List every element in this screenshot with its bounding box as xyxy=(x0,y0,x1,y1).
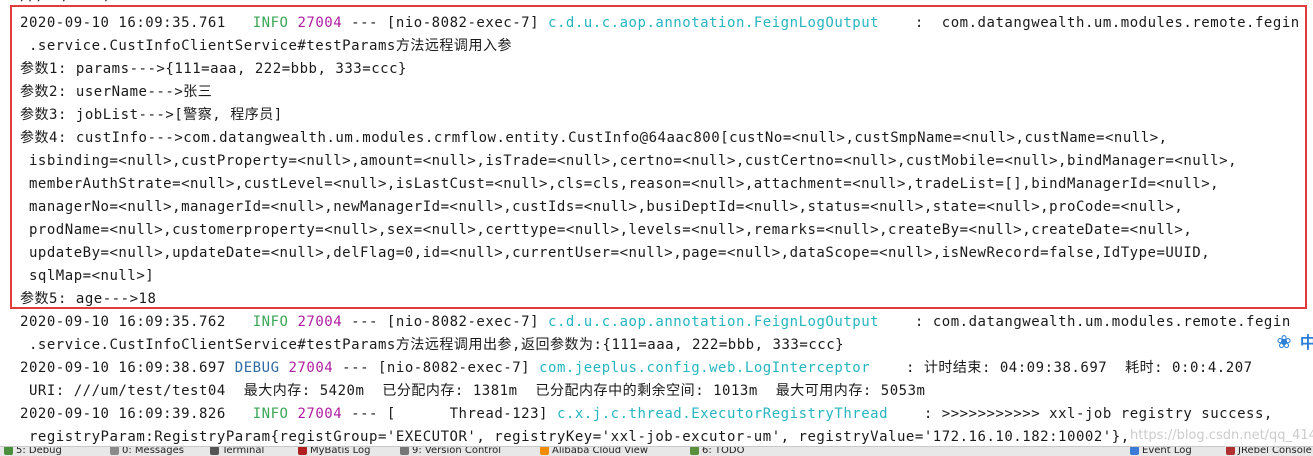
jrebel-icon xyxy=(1226,447,1235,455)
log-line-18: 2020-09-10 16:09:39.826 INFO 27004 --- [… xyxy=(20,403,1273,426)
log-line-16: 2020-09-10 16:09:38.697 DEBUG 27004 --- … xyxy=(20,357,1253,380)
log-message: : com.datangwealth.um.modules.remote.feg… xyxy=(879,314,1291,330)
process-id: 27004 xyxy=(297,406,343,422)
process-id: 27004 xyxy=(297,15,343,31)
process-id: 27004 xyxy=(297,314,343,330)
partial-log-line: ///um/test/test04 xyxy=(20,0,163,8)
console-output[interactable]: ///um/test/test04 2020-09-10 16:09:35.76… xyxy=(0,0,1313,446)
terminal-icon xyxy=(210,447,219,455)
paw-icon[interactable]: ❀ xyxy=(1273,332,1295,354)
log-line-1: 2020-09-10 16:09:35.761 INFO 27004 --- [… xyxy=(20,12,1300,35)
version-control-icon xyxy=(400,447,409,455)
log-line-7: isbinding=<null>,custProperty=<null>,amo… xyxy=(20,153,1238,169)
side-panel-text[interactable]: 中 xyxy=(1300,332,1313,354)
log-line-9: managerNo=<null>,managerId=<null>,newMan… xyxy=(20,199,1184,215)
debug-icon xyxy=(4,447,13,455)
logger-name: c.x.j.c.thread.ExecutorRegistryThread xyxy=(556,406,889,422)
timestamp: 2020-09-10 16:09:38.697 xyxy=(20,360,226,376)
process-id: 27004 xyxy=(288,360,334,376)
thread: --- [nio-8082-exec-7] xyxy=(342,15,549,31)
log-message: : com.datangwealth.um.modules.remote.feg… xyxy=(879,15,1300,31)
log-level: INFO xyxy=(252,15,289,31)
log-line-6: 参数4: custInfo--->com.datangwealth.um.mod… xyxy=(20,130,1168,146)
log-line-14: 2020-09-10 16:09:35.762 INFO 27004 --- [… xyxy=(20,311,1291,334)
log-level: INFO xyxy=(252,406,289,422)
mybatis-icon xyxy=(298,447,307,455)
log-message: : >>>>>>>>>>> xxl-job registry success, xyxy=(888,406,1273,422)
watermark: https://blog.csdn.net/qq_41489540 xyxy=(1130,428,1313,443)
log-line-13: 参数5: age--->18 xyxy=(20,291,157,307)
thread: --- [nio-8082-exec-7] xyxy=(333,360,540,376)
log-line-17: URI: ///um/test/test04 最大内存: 5420m 已分配内存… xyxy=(20,383,926,399)
logger-name: c.d.u.c.aop.annotation.FeignLogOutput xyxy=(548,15,880,31)
thread: --- [ Thread-123] xyxy=(342,406,557,422)
timestamp: 2020-09-10 16:09:35.761 xyxy=(20,15,226,31)
log-line-19: registryParam:RegistryParam{registGroup=… xyxy=(20,429,1130,445)
log-line-15: .service.CustInfoClientService#testParam… xyxy=(20,337,845,353)
log-line-8: memberAuthStrate=<null>,custLevel=<null>… xyxy=(20,176,1220,192)
log-line-3: 参数1: params--->{111=aaa, 222=bbb, 333=cc… xyxy=(20,61,407,77)
log-message: : 计时结束: 04:09:38.697 耗时: 0:0:4.207 xyxy=(870,360,1253,376)
timestamp: 2020-09-10 16:09:39.826 xyxy=(20,406,226,422)
messages-icon xyxy=(110,447,119,455)
timestamp: 2020-09-10 16:09:35.762 xyxy=(20,314,226,330)
log-line-5: 参数3: jobList--->[警察, 程序员] xyxy=(20,107,283,123)
thread: --- [nio-8082-exec-7] xyxy=(342,314,549,330)
logger-name: c.d.u.c.aop.annotation.FeignLogOutput xyxy=(548,314,880,330)
log-level: INFO xyxy=(252,314,289,330)
event-log-icon xyxy=(1130,447,1139,455)
alibaba-cloud-icon xyxy=(540,447,549,455)
log-line-2: .service.CustInfoClientService#testParam… xyxy=(20,38,513,54)
log-line-4: 参数2: userName--->张三 xyxy=(20,84,213,100)
log-level: DEBUG xyxy=(234,360,280,376)
log-line-10: prodName=<null>,customerproperty=<null>,… xyxy=(20,222,1193,238)
todo-icon xyxy=(690,447,699,455)
log-line-11: updateBy=<null>,updateDate=<null>,delFla… xyxy=(20,245,1211,261)
log-line-12: sqlMap=<null>] xyxy=(20,268,155,284)
logger-name: com.jeeplus.config.web.LogInterceptor xyxy=(539,360,871,376)
